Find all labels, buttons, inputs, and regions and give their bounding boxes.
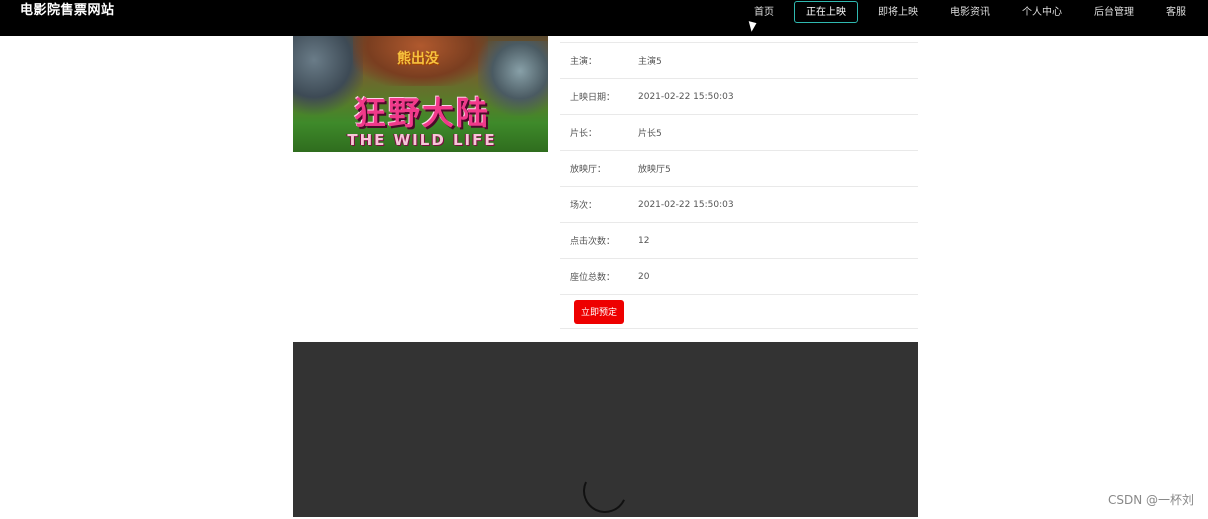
details-row-cast: 主演： 主演5	[560, 43, 918, 79]
watermark: CSDN @一杯刘	[1107, 493, 1194, 507]
main-nav: 首页 正在上映 即将上映 电影资讯 个人中心 后台管理 客服	[734, 0, 1198, 24]
details-row-clicks: 点击次数： 12	[560, 223, 918, 259]
details-row-top-partial	[560, 36, 918, 43]
seats-label: 座位总数：	[570, 273, 616, 283]
details-action-row: 立即预定	[560, 295, 918, 329]
cast-label: 主演：	[570, 57, 598, 67]
nav-item-home[interactable]: 首页	[742, 1, 786, 23]
clicks-value: 12	[638, 235, 650, 246]
duration-label: 片长：	[570, 129, 598, 139]
nav-item-now-showing[interactable]: 正在上映	[794, 1, 858, 23]
clicks-label: 点击次数：	[570, 237, 616, 247]
details-row-showtime: 场次： 2021-02-22 15:50:03	[560, 187, 918, 223]
hall-label: 放映厅：	[570, 165, 607, 175]
details-row-seats: 座位总数： 20	[560, 259, 918, 295]
loading-spinner-icon	[576, 462, 634, 519]
details-row-duration: 片长： 片长5	[560, 115, 918, 151]
nav-item-admin[interactable]: 后台管理	[1082, 1, 1146, 23]
nav-item-movie-news[interactable]: 电影资讯	[938, 1, 1002, 23]
top-navbar: 电影院售票网站 首页 正在上映 即将上映 电影资讯 个人中心 后台管理 客服	[0, 0, 1208, 36]
site-brand[interactable]: 电影院售票网站	[20, 0, 115, 22]
details-row-hall: 放映厅： 放映厅5	[560, 151, 918, 187]
movie-details-table: 主演： 主演5 上映日期： 2021-02-22 15:50:03 片长： 片长…	[560, 36, 918, 329]
poster-main-title: 狂野大陆	[353, 94, 490, 132]
release-date-label: 上映日期：	[570, 93, 616, 103]
showtime-label: 场次：	[570, 201, 598, 211]
nav-item-customer-service[interactable]: 客服	[1154, 1, 1198, 23]
hall-value: 放映厅5	[638, 165, 671, 175]
video-player[interactable]	[293, 342, 918, 519]
poster-series-logo: 熊出没	[397, 51, 439, 67]
duration-value: 片长5	[638, 129, 662, 139]
nav-item-coming-soon[interactable]: 即将上映	[866, 1, 930, 23]
movie-poster: 熊出没 狂野大陆 THE WILD LIFE	[293, 36, 548, 152]
cast-value: 主演5	[638, 57, 662, 67]
book-now-button[interactable]: 立即预定	[574, 299, 625, 324]
nav-item-personal-center[interactable]: 个人中心	[1010, 1, 1074, 23]
details-row-release-date: 上映日期： 2021-02-22 15:50:03	[560, 79, 918, 115]
poster-english-title: THE WILD LIFE	[347, 131, 497, 149]
release-date-value: 2021-02-22 15:50:03	[638, 91, 734, 102]
showtime-value: 2021-02-22 15:50:03	[638, 199, 734, 210]
seats-value: 20	[638, 271, 650, 282]
